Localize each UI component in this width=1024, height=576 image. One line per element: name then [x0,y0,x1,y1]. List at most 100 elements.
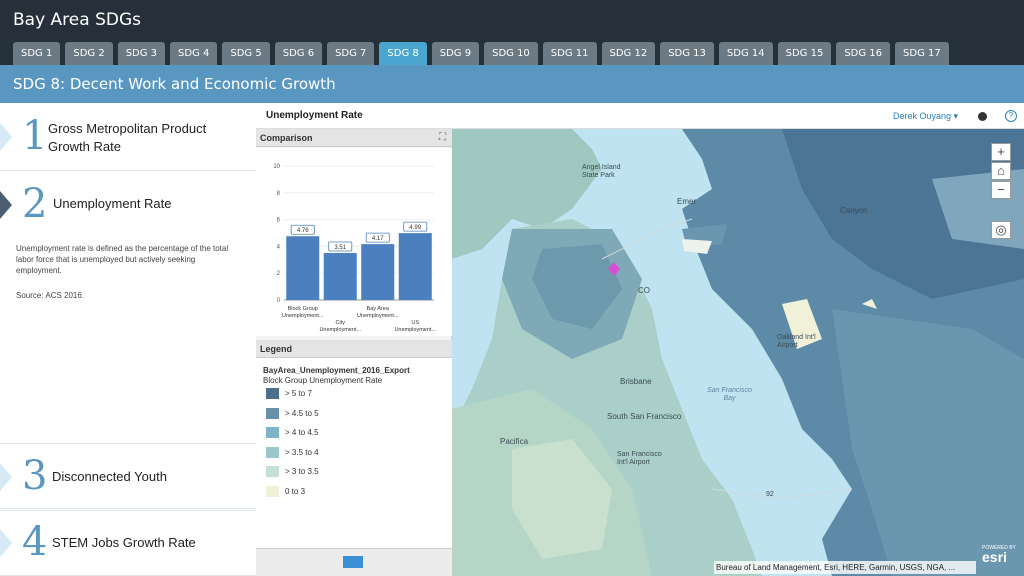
tab-sdg-17[interactable]: SDG 17 [895,42,949,65]
y-tick-label: 0 [277,298,281,304]
category-label: Bay Area [367,306,390,312]
indicator-item-4[interactable]: 4 STEM Jobs Growth Rate [0,509,256,576]
data-label: 3.51 [334,245,346,251]
tab-sdg-11[interactable]: SDG 11 [542,42,597,65]
map-label-highway: 92 [766,491,774,498]
tab-sdg-4[interactable]: SDG 4 [170,42,218,65]
legend-label: 0 to 3 [285,486,306,496]
top-bar: Bay Area SDGs SDG 1 SDG 2 SDG 3 SDG 4 SDG 5S… [0,0,1024,65]
y-tick-label: 2 [277,271,281,277]
category-label: Unemployment... [357,313,399,319]
map-label-south-sf: South San Francisco [607,412,682,421]
indicator-description: Unemployment rate is defined as the perc… [16,244,229,275]
map-view[interactable]: Angel Island State Park Emer Canyon CO O… [452,129,1024,576]
home-button[interactable]: ⌂ [991,162,1011,180]
sdg-tabs: SDG 1 SDG 2 SDG 3 SDG 4 SDG 5 SDG 6 SDG 7 SDG 8… [13,42,949,65]
map-label-emeryville: Emer [677,197,697,206]
zoom-out-button[interactable]: − [991,181,1011,199]
category-label: Block Group [288,306,318,312]
tab-sdg-2[interactable]: SDG 2 [65,42,113,65]
zoom-in-button[interactable]: + [991,143,1011,161]
indicator-label: Gross Metropolitan Product Growth Rate [48,121,207,154]
category-label: US [411,320,419,326]
sdg-banner: SDG 8: Decent Work and Economic Growth [0,65,1024,103]
side-panel: Comparison ⛶ 0 2 4 6 8 10 4.76 Block Group Unemp… [256,129,452,576]
y-tick-label: 10 [273,164,280,170]
map-label-sf: CO [638,286,650,295]
legend-header: Legend [256,340,452,358]
esri-logo[interactable]: esri [982,549,1007,565]
indicator-item-3[interactable]: 3 Disconnected Youth [0,443,256,509]
map-label-pacifica: Pacifica [500,437,529,446]
indicator-list: 1 Gross Metropolitan Product Growth Rate… [0,103,256,576]
tab-sdg-13[interactable]: SDG 13 [660,42,714,65]
map-label-oakland-airport: Oakland Int'l Airport [777,334,816,349]
map-label-angel-island: Angel Island State Park [582,164,621,179]
legend-label: > 4 to 4.5 [285,428,319,437]
tab-sdg-8[interactable]: SDG 8 [379,42,427,65]
data-label: 4.17 [372,236,384,242]
tab-sdg-1[interactable]: SDG 1 [13,42,61,65]
tab-sdg-10[interactable]: SDG 10 [484,42,538,65]
panel-toggle-button[interactable] [343,556,363,568]
expand-icon[interactable]: ⛶ [439,132,446,143]
chart-bar [361,244,395,300]
tab-sdg-5[interactable]: SDG 5 [222,42,270,65]
y-tick-label: 4 [277,244,281,250]
tab-sdg-7[interactable]: SDG 7 [327,42,375,65]
legend-swatch [266,485,279,497]
legend-swatch [266,407,279,419]
panel-title: Unemployment Rate [266,110,363,121]
page-title: SDG 8: Decent Work and Economic Growth [13,75,336,93]
tab-sdg-9[interactable]: SDG 9 [431,42,480,65]
help-icon[interactable]: ? [1005,110,1017,122]
map-canvas[interactable] [452,129,1024,576]
comparison-chart: 0 2 4 6 8 10 4.76 Block Group Unemployment... 3.5… [256,148,452,336]
indicator-label: STEM Jobs Growth Rate [52,535,196,550]
legend-label: > 3 to 3.5 [285,467,319,476]
comparison-header: Comparison ⛶ [256,129,452,147]
app-title: Bay Area SDGs [13,10,141,30]
chevron-icon [0,529,12,557]
category-label: City [336,320,346,326]
locate-button[interactable]: ◎ [991,221,1011,239]
map-label-brisbane: Brisbane [620,377,652,386]
tab-sdg-3[interactable]: SDG 3 [117,42,166,65]
legend-label: > 4.5 to 5 [285,408,319,418]
map-label-canyon: Canyon [840,206,868,215]
legend-field-name: Block Group Unemployment Rate [263,376,383,385]
tab-sdg-6[interactable]: SDG 6 [274,42,323,65]
panel-footer [256,548,452,576]
chart-bar [323,252,357,300]
category-label: Unemployment... [319,327,361,333]
chevron-icon [0,191,12,219]
indicator-number: 3 [22,453,48,499]
indicator-source: Source: ACS 2016. [16,291,85,300]
y-tick-label: 6 [277,218,281,224]
legend-swatch [266,388,279,399]
legend-title: Legend [260,344,293,354]
indicator-number: 4 [22,519,48,565]
category-label: Unemployment... [394,327,436,333]
legend-label: > 5 to 7 [285,389,312,398]
indicator-item-1[interactable]: 1 Gross Metropolitan Product Growth Rate [0,103,256,171]
chevron-icon [0,123,12,151]
tab-sdg-14[interactable]: SDG 14 [718,42,773,65]
indicator-number: 2 [22,181,48,227]
user-menu[interactable]: Derek Ouyang ▾ [893,111,958,122]
bar-chart: 02468104.76Block GroupUnemployment...3.5… [273,164,436,333]
tab-sdg-16[interactable]: SDG 16 [836,42,891,65]
legend-layer-name: BayArea_Unemployment_2016_Export [263,366,410,375]
map-label-sfo: San Francisco Int'l Airport [617,451,662,466]
chart-bar [398,233,432,300]
legend-swatch [266,427,279,438]
legend-label: > 3.5 to 4 [285,447,319,457]
tab-sdg-15[interactable]: SDG 15 [777,42,832,65]
y-tick-label: 8 [277,191,281,197]
tab-sdg-12[interactable]: SDG 12 [601,42,656,65]
legend-swatch [266,446,279,458]
comparison-title: Comparison [260,133,313,143]
map-attribution[interactable]: Bureau of Land Management, Esri, HERE, G… [714,561,976,574]
status-dot-icon[interactable] [978,112,987,121]
panel-header: Unemployment Rate Derek Ouyang ▾ ? [256,103,1024,129]
